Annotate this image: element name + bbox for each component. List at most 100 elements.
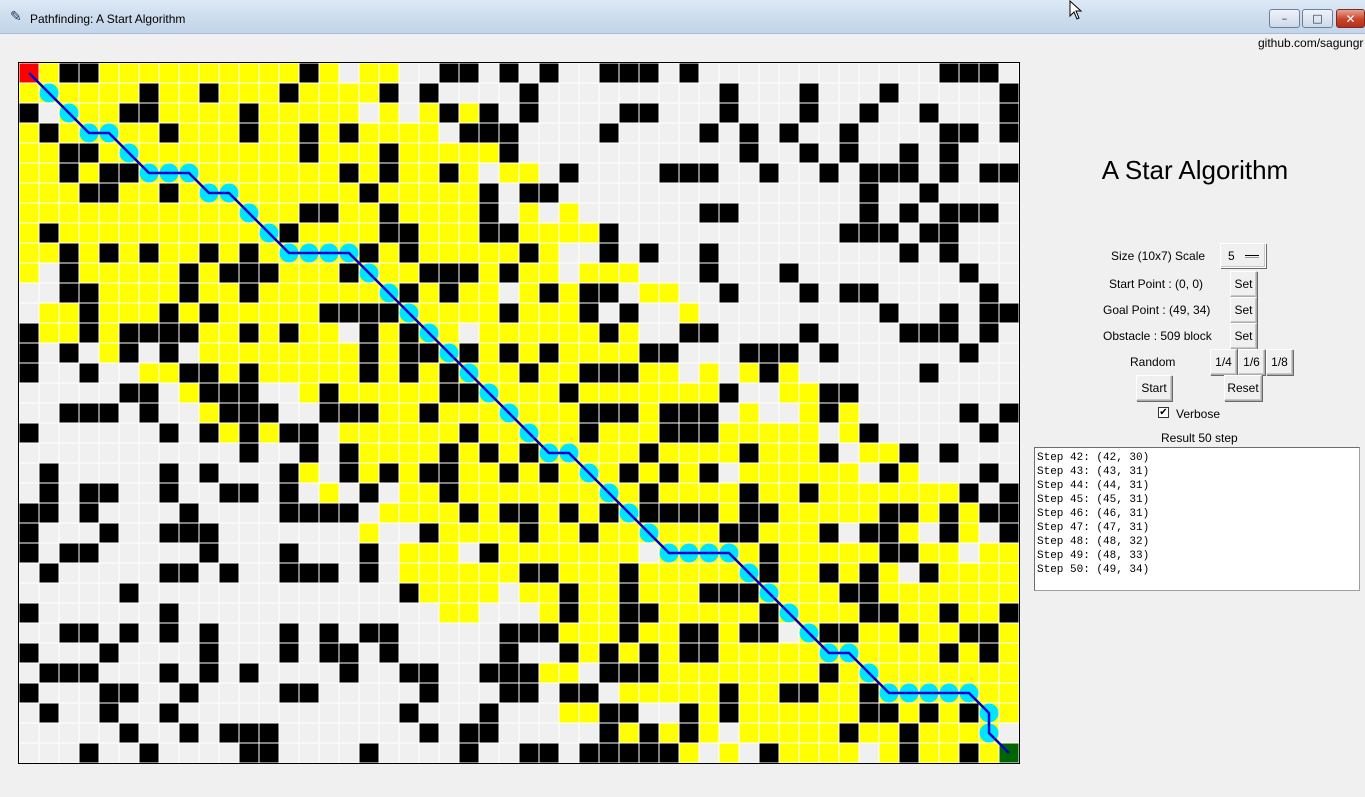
empty-cell[interactable] <box>998 322 1019 344</box>
empty-cell[interactable] <box>978 522 1000 544</box>
explored-cell[interactable] <box>178 82 200 104</box>
explored-cell[interactable] <box>418 242 440 264</box>
empty-cell[interactable] <box>318 682 340 704</box>
explored-cell[interactable] <box>898 482 920 504</box>
empty-cell[interactable] <box>178 662 200 684</box>
explored-cell[interactable] <box>638 402 660 424</box>
obstacle-cell[interactable] <box>98 682 120 704</box>
empty-cell[interactable] <box>578 182 600 204</box>
empty-cell[interactable] <box>38 722 60 744</box>
empty-cell[interactable] <box>118 602 140 624</box>
obstacle-cell[interactable] <box>718 582 740 604</box>
empty-cell[interactable] <box>878 322 900 344</box>
explored-cell[interactable] <box>58 202 80 224</box>
empty-cell[interactable] <box>678 242 700 264</box>
explored-cell[interactable] <box>138 302 160 324</box>
empty-cell[interactable] <box>38 362 60 384</box>
obstacle-cell[interactable] <box>19 682 40 704</box>
obstacle-cell[interactable] <box>518 502 540 524</box>
empty-cell[interactable] <box>278 382 300 404</box>
empty-cell[interactable] <box>158 442 180 464</box>
empty-cell[interactable] <box>958 162 980 184</box>
obstacle-cell[interactable] <box>78 402 100 424</box>
empty-cell[interactable] <box>958 362 980 384</box>
empty-cell[interactable] <box>618 182 640 204</box>
explored-cell[interactable] <box>458 522 480 544</box>
explored-cell[interactable] <box>338 362 360 384</box>
explored-cell[interactable] <box>398 442 420 464</box>
obstacle-cell[interactable] <box>838 382 860 404</box>
explored-cell[interactable] <box>398 562 420 584</box>
empty-cell[interactable] <box>798 302 820 324</box>
explored-cell[interactable] <box>438 182 460 204</box>
explored-cell[interactable] <box>258 362 280 384</box>
obstacle-cell[interactable] <box>19 342 40 364</box>
obstacle-cell[interactable] <box>238 122 260 144</box>
empty-cell[interactable] <box>978 102 1000 124</box>
empty-cell[interactable] <box>318 542 340 564</box>
obstacle-cell[interactable] <box>198 622 220 644</box>
obstacle-cell[interactable] <box>918 102 940 124</box>
empty-cell[interactable] <box>678 262 700 284</box>
obstacle-cell[interactable] <box>898 162 920 184</box>
empty-cell[interactable] <box>398 682 420 704</box>
random-sixth-button[interactable]: 1/6 <box>1238 349 1265 375</box>
empty-cell[interactable] <box>778 622 800 644</box>
empty-cell[interactable] <box>898 342 920 364</box>
empty-cell[interactable] <box>718 142 740 164</box>
empty-cell[interactable] <box>198 682 220 704</box>
explored-cell[interactable] <box>738 682 760 704</box>
obstacle-cell[interactable] <box>878 602 900 624</box>
explored-cell[interactable] <box>418 202 440 224</box>
obstacle-cell[interactable] <box>298 562 320 584</box>
empty-cell[interactable] <box>98 562 120 584</box>
obstacle-cell[interactable] <box>338 442 360 464</box>
explored-cell[interactable] <box>678 442 700 464</box>
obstacle-cell[interactable] <box>978 422 1000 444</box>
explored-cell[interactable] <box>538 222 560 244</box>
empty-cell[interactable] <box>178 462 200 484</box>
obstacle-cell[interactable] <box>198 542 220 564</box>
empty-cell[interactable] <box>398 722 420 744</box>
explored-cell[interactable] <box>798 602 820 624</box>
obstacle-cell[interactable] <box>878 302 900 324</box>
empty-cell[interactable] <box>898 302 920 324</box>
empty-cell[interactable] <box>378 602 400 624</box>
empty-cell[interactable] <box>118 422 140 444</box>
obstacle-cell[interactable] <box>738 482 760 504</box>
explored-cell[interactable] <box>318 142 340 164</box>
obstacle-cell[interactable] <box>238 662 260 684</box>
obstacle-cell[interactable] <box>78 662 100 684</box>
empty-cell[interactable] <box>298 622 320 644</box>
explored-cell[interactable] <box>578 262 600 284</box>
explored-cell[interactable] <box>158 202 180 224</box>
explored-cell[interactable] <box>818 702 840 724</box>
obstacle-cell[interactable] <box>598 402 620 424</box>
explored-cell[interactable] <box>358 382 380 404</box>
obstacle-cell[interactable] <box>78 622 100 644</box>
explored-cell[interactable] <box>338 382 360 404</box>
empty-cell[interactable] <box>918 462 940 484</box>
explored-cell[interactable] <box>238 63 260 84</box>
obstacle-cell[interactable] <box>978 642 1000 664</box>
explored-cell[interactable] <box>398 422 420 444</box>
empty-cell[interactable] <box>558 122 580 144</box>
empty-cell[interactable] <box>858 82 880 104</box>
explored-cell[interactable] <box>158 242 180 264</box>
set-start-button[interactable]: Set <box>1230 271 1257 297</box>
explored-cell[interactable] <box>298 82 320 104</box>
explored-cell[interactable] <box>478 482 500 504</box>
empty-cell[interactable] <box>19 382 40 404</box>
empty-cell[interactable] <box>878 282 900 304</box>
explored-cell[interactable] <box>558 302 580 324</box>
empty-cell[interactable] <box>238 622 260 644</box>
obstacle-cell[interactable] <box>438 482 460 504</box>
obstacle-cell[interactable] <box>498 682 520 704</box>
empty-cell[interactable] <box>278 662 300 684</box>
empty-cell[interactable] <box>38 642 60 664</box>
explored-cell[interactable] <box>898 522 920 544</box>
explored-cell[interactable] <box>918 662 940 684</box>
obstacle-cell[interactable] <box>178 282 200 304</box>
empty-cell[interactable] <box>358 582 380 604</box>
obstacle-cell[interactable] <box>518 562 540 584</box>
